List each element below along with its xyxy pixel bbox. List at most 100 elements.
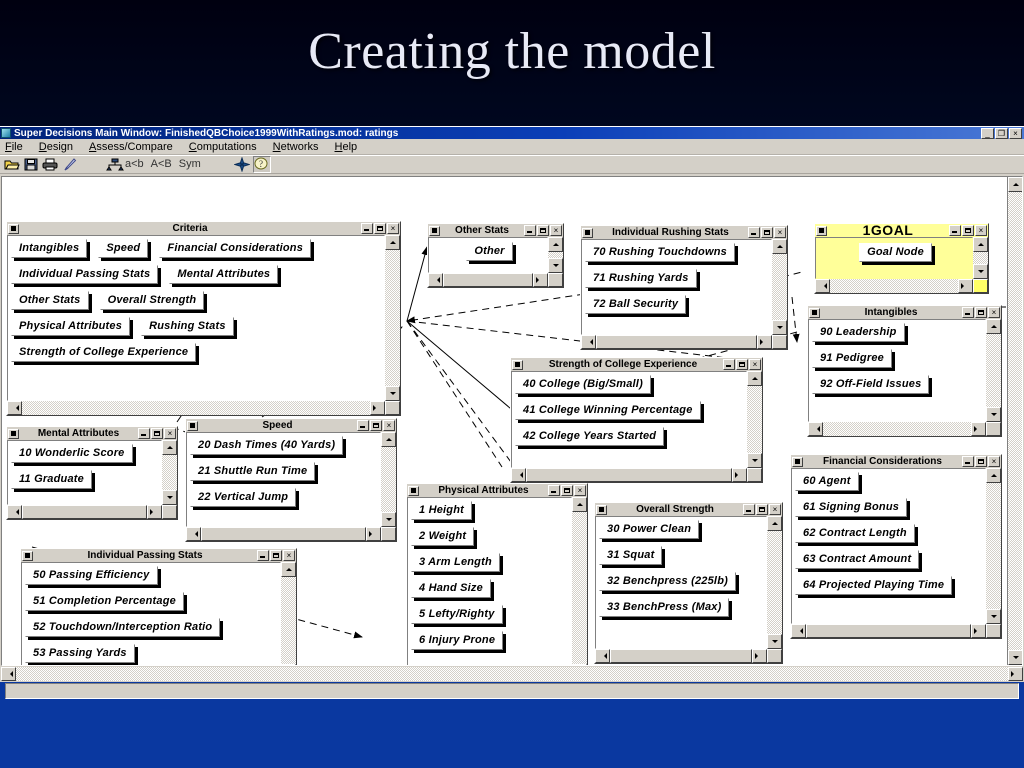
cluster-window-mental-attributes[interactable]: Mental Attributes × 10 Wonderlic Score 1… xyxy=(6,426,178,520)
menu-item-design[interactable]: Design xyxy=(39,140,73,154)
scroll-up-icon[interactable] xyxy=(772,239,787,254)
system-menu-icon[interactable] xyxy=(512,359,523,370)
titlebar[interactable]: Strength of College Experience × xyxy=(511,358,762,371)
scroll-left-icon[interactable] xyxy=(511,468,526,482)
titlebar[interactable]: Individual Passing Stats × xyxy=(21,549,296,562)
resize-corner[interactable] xyxy=(548,273,563,287)
minimize-button[interactable] xyxy=(962,307,974,318)
titlebar[interactable]: Financial Considerations × xyxy=(791,455,1001,468)
vertical-scrollbar[interactable] xyxy=(973,237,988,279)
scroll-left-icon[interactable] xyxy=(581,335,596,349)
scroll-track[interactable] xyxy=(16,667,1008,681)
close-icon[interactable]: × xyxy=(574,485,586,496)
scroll-track[interactable] xyxy=(973,252,988,264)
resize-corner[interactable] xyxy=(385,401,400,415)
scroll-right-icon[interactable] xyxy=(533,273,548,287)
maximize-button[interactable] xyxy=(537,225,549,236)
close-icon[interactable]: × xyxy=(749,359,761,370)
node-item[interactable]: 63 Contract Amount xyxy=(795,550,920,569)
scroll-down-icon[interactable] xyxy=(747,453,762,468)
node-area[interactable]: 60 Agent 61 Signing Bonus 62 Contract Le… xyxy=(791,468,986,624)
scroll-up-icon[interactable] xyxy=(381,432,396,447)
horizontal-scrollbar[interactable] xyxy=(186,527,381,541)
node-item[interactable]: 3 Arm Length xyxy=(411,553,500,572)
close-icon[interactable]: × xyxy=(164,428,176,439)
maximize-button[interactable] xyxy=(736,359,748,370)
toolbar-label-A-lt-B[interactable]: A<B xyxy=(151,158,172,170)
scroll-left-icon[interactable] xyxy=(791,624,806,638)
cluster-window-speed[interactable]: Speed × 20 Dash Times (40 Yards) 21 Shut… xyxy=(185,418,397,542)
scroll-up-icon[interactable] xyxy=(572,497,587,512)
node-area[interactable]: Goal Node xyxy=(815,237,973,279)
minimize-button[interactable] xyxy=(361,223,373,234)
resize-corner[interactable] xyxy=(986,624,1001,638)
cluster-window-individual-rushing-stats[interactable]: Individual Rushing Stats × 70 Rushing To… xyxy=(580,225,788,350)
horizontal-scrollbar[interactable] xyxy=(808,422,986,436)
scroll-right-icon[interactable] xyxy=(752,649,767,663)
node-item[interactable]: 42 College Years Started xyxy=(515,427,665,446)
scroll-track[interactable] xyxy=(22,401,370,415)
system-menu-icon[interactable] xyxy=(408,485,419,496)
scroll-up-icon[interactable] xyxy=(162,440,177,455)
system-menu-icon[interactable] xyxy=(429,225,440,236)
scroll-right-icon[interactable] xyxy=(971,422,986,436)
node-item[interactable]: 41 College Winning Percentage xyxy=(515,401,701,420)
node-item[interactable]: 10 Wonderlic Score xyxy=(11,444,133,463)
vertical-scrollbar[interactable] xyxy=(772,239,787,335)
menu-item-help[interactable]: Help xyxy=(335,140,358,154)
cluster-window-goal[interactable]: 1GOAL × Goal Node xyxy=(814,223,989,294)
node-area[interactable]: 10 Wonderlic Score 11 Graduate xyxy=(7,440,162,505)
node-item[interactable]: Speed xyxy=(98,239,149,258)
scroll-down-icon[interactable] xyxy=(1008,650,1022,665)
node-item[interactable]: Intangibles xyxy=(11,239,88,258)
node-area[interactable]: 90 Leadership 91 Pedigree 92 Off-Field I… xyxy=(808,319,986,422)
close-button[interactable]: × xyxy=(1009,127,1022,139)
cluster-window-individual-passing-stats[interactable]: Individual Passing Stats × 50 Passing Ef… xyxy=(20,548,297,665)
cluster-window-criteria[interactable]: Criteria × Intangibles Speed Financial C… xyxy=(6,221,401,416)
scroll-down-icon[interactable] xyxy=(772,320,787,335)
cluster-window-overall-strength[interactable]: Overall Strength × 30 Power Clean 31 Squ… xyxy=(594,502,783,664)
node-area[interactable]: 70 Rushing Touchdowns 71 Rushing Yards 7… xyxy=(581,239,772,335)
minimize-button[interactable] xyxy=(257,550,269,561)
vertical-scrollbar[interactable] xyxy=(986,319,1001,422)
scroll-thumb[interactable] xyxy=(806,624,971,638)
menu-item-assess-compare[interactable]: Assess/Compare xyxy=(89,140,173,154)
scroll-left-icon[interactable] xyxy=(815,279,830,293)
system-menu-icon[interactable] xyxy=(8,223,19,234)
scroll-up-icon[interactable] xyxy=(986,319,1001,334)
window-horizontal-scrollbar[interactable] xyxy=(1,667,1023,681)
maximize-button[interactable] xyxy=(756,504,768,515)
scroll-thumb[interactable] xyxy=(22,505,147,519)
node-area[interactable]: 1 Height 2 Weight 3 Arm Length 4 Hand Si… xyxy=(407,497,572,665)
scroll-track[interactable] xyxy=(162,455,177,490)
horizontal-scrollbar[interactable] xyxy=(428,273,548,287)
node-item[interactable]: 11 Graduate xyxy=(11,470,92,489)
node-item[interactable]: 21 Shuttle Run Time xyxy=(190,462,316,481)
scroll-track[interactable] xyxy=(381,447,396,512)
node-item[interactable]: 51 Completion Percentage xyxy=(25,592,184,611)
node-item[interactable]: 64 Projected Playing Time xyxy=(795,576,953,595)
hierarchy-icon[interactable] xyxy=(106,157,124,172)
node-area[interactable]: 40 College (Big/Small) 41 College Winnin… xyxy=(511,371,747,468)
titlebar[interactable]: Physical Attributes × xyxy=(407,484,587,497)
horizontal-scrollbar[interactable] xyxy=(581,335,772,349)
minimize-button[interactable] xyxy=(548,485,560,496)
resize-corner[interactable] xyxy=(162,505,177,519)
horizontal-scrollbar[interactable] xyxy=(7,505,162,519)
scroll-right-icon[interactable] xyxy=(1008,667,1023,681)
node-item[interactable]: Financial Considerations xyxy=(159,239,312,258)
open-folder-icon[interactable] xyxy=(4,157,20,172)
scroll-left-icon[interactable] xyxy=(595,649,610,663)
node-item[interactable]: 70 Rushing Touchdowns xyxy=(585,243,735,262)
scroll-track[interactable] xyxy=(772,254,787,320)
node-area[interactable]: Intangibles Speed Financial Consideratio… xyxy=(7,235,385,401)
menu-item-computations[interactable]: Computations xyxy=(189,140,257,154)
node-item[interactable]: 92 Off-Field Issues xyxy=(812,375,930,394)
menu-item-networks[interactable]: Networks xyxy=(273,140,319,154)
scroll-track[interactable] xyxy=(830,279,958,293)
scroll-left-icon[interactable] xyxy=(186,527,201,541)
scroll-right-icon[interactable] xyxy=(958,279,973,293)
scroll-down-icon[interactable] xyxy=(385,386,400,401)
node-item[interactable]: 20 Dash Times (40 Yards) xyxy=(190,436,344,455)
scroll-track[interactable] xyxy=(572,512,587,664)
